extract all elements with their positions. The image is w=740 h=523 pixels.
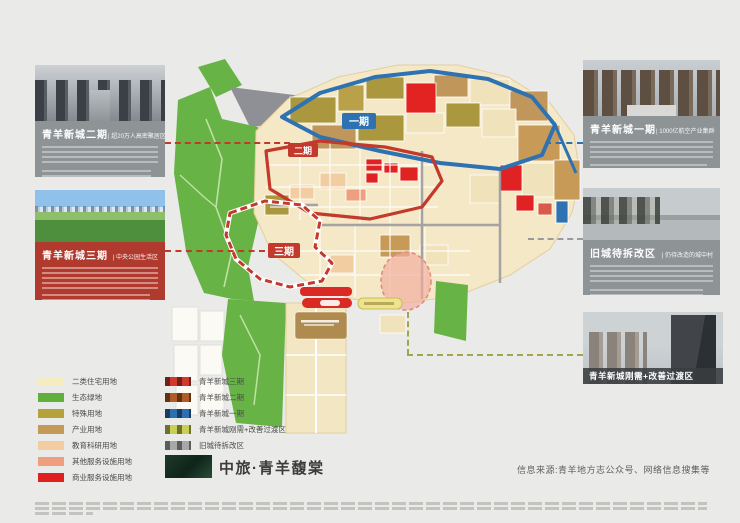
fine-print-line	[35, 507, 707, 510]
legend-swatch	[38, 409, 64, 418]
photo-phase2	[35, 65, 165, 121]
source-note: 信息来源:青羊地方志公众号、网络信息搜集等	[420, 463, 710, 476]
legend-swatch	[38, 377, 64, 386]
stadium-shape	[300, 287, 352, 308]
legend-swatch	[38, 425, 64, 434]
callout-title: 青羊新城二期	[42, 126, 108, 141]
connector-phase3	[165, 250, 265, 252]
svg-text:一期: 一期	[349, 115, 369, 128]
legend-label: 二类住宅用地	[72, 376, 117, 387]
legend-swatch-dashed	[165, 441, 191, 450]
brand-logo-image	[165, 455, 212, 478]
callout-title: 青羊新城三期	[42, 247, 108, 262]
legend-swatch-dashed	[165, 393, 191, 402]
eco-green-east	[434, 281, 468, 341]
connector-phase2	[165, 142, 290, 144]
callout-subtitle: | 仍待改造的城中村	[662, 250, 713, 259]
legend-label: 特殊用地	[72, 408, 102, 419]
legend-swatch-dashed	[165, 409, 191, 418]
body-text	[42, 170, 151, 177]
park-label-pill	[358, 298, 402, 309]
callout-phase1: 青羊新城一期 | 1000亿航空产业集群	[583, 60, 720, 168]
legend-label: 产业用地	[72, 424, 102, 435]
legend-swatch-dashed	[165, 425, 191, 434]
legend-swatch	[38, 473, 64, 482]
body-text	[42, 146, 158, 165]
callout-title: 旧城待拆改区	[590, 245, 656, 260]
connector-oldtown	[528, 238, 583, 240]
photo-phase3	[35, 190, 165, 242]
callout-title: 青羊新城刚需+改善过渡区	[589, 370, 693, 382]
legend-swatch	[38, 393, 64, 402]
legend-label: 旧城待拆改区	[199, 440, 244, 451]
connector-phase1	[545, 142, 583, 144]
svg-text:二期: 二期	[294, 145, 312, 156]
legend-label: 青羊新城三期	[199, 376, 244, 387]
legend-swatch	[38, 457, 64, 466]
legend-swatch	[38, 441, 64, 450]
legend-label: 青羊新城刚需+改善过渡区	[199, 424, 286, 435]
legend-swatch-dashed	[165, 377, 191, 386]
callout-subtitle: | 1000亿航空产业集群	[656, 126, 715, 135]
legend-label: 教育科研用地	[72, 440, 117, 451]
legend-label: 其他服务设施用地	[72, 456, 132, 467]
brand-name: 中旅·青羊馥棠	[219, 457, 325, 478]
connector-transition-v	[407, 312, 409, 355]
callout-oldtown: 旧城待拆改区 | 仍待改造的城中村	[583, 188, 720, 295]
connector-transition-h	[407, 354, 583, 356]
phase1-label: 一期	[342, 113, 376, 129]
legend-label: 青羊新城一期	[199, 408, 244, 419]
body-text	[590, 141, 713, 159]
phase2-label: 二期	[288, 143, 318, 157]
innovation-center-block	[295, 312, 347, 339]
legend-label: 生态绿地	[72, 392, 102, 403]
callout-title: 青羊新城一期	[590, 121, 656, 136]
body-text	[590, 164, 707, 168]
photo-phase1	[583, 60, 720, 116]
callout-phase2: 青羊新城二期 | 超20万人高密聚居区	[35, 65, 165, 177]
overlay-title-bar: 青羊新城刚需+改善过渡区	[583, 368, 723, 384]
photo-oldtown	[583, 188, 720, 240]
legend-label: 商业服务设施用地	[72, 472, 132, 483]
body-text	[42, 294, 150, 300]
body-text	[590, 265, 713, 284]
callout-subtitle: | 中央公园生活区	[113, 252, 158, 261]
legend-label: 青羊新城二期	[199, 392, 244, 403]
body-text	[42, 267, 158, 289]
svg-text:三期: 三期	[274, 245, 294, 258]
callout-subtitle: | 超20万人高密聚居区	[108, 131, 165, 140]
fine-print-line	[35, 512, 93, 515]
phase3-label: 三期	[268, 243, 300, 258]
callout-phase3: 青羊新城三期 | 中央公园生活区	[35, 190, 165, 300]
callout-transition: 青羊新城刚需+改善过渡区	[583, 312, 723, 384]
fine-print-line	[35, 502, 707, 505]
body-text	[590, 289, 703, 295]
